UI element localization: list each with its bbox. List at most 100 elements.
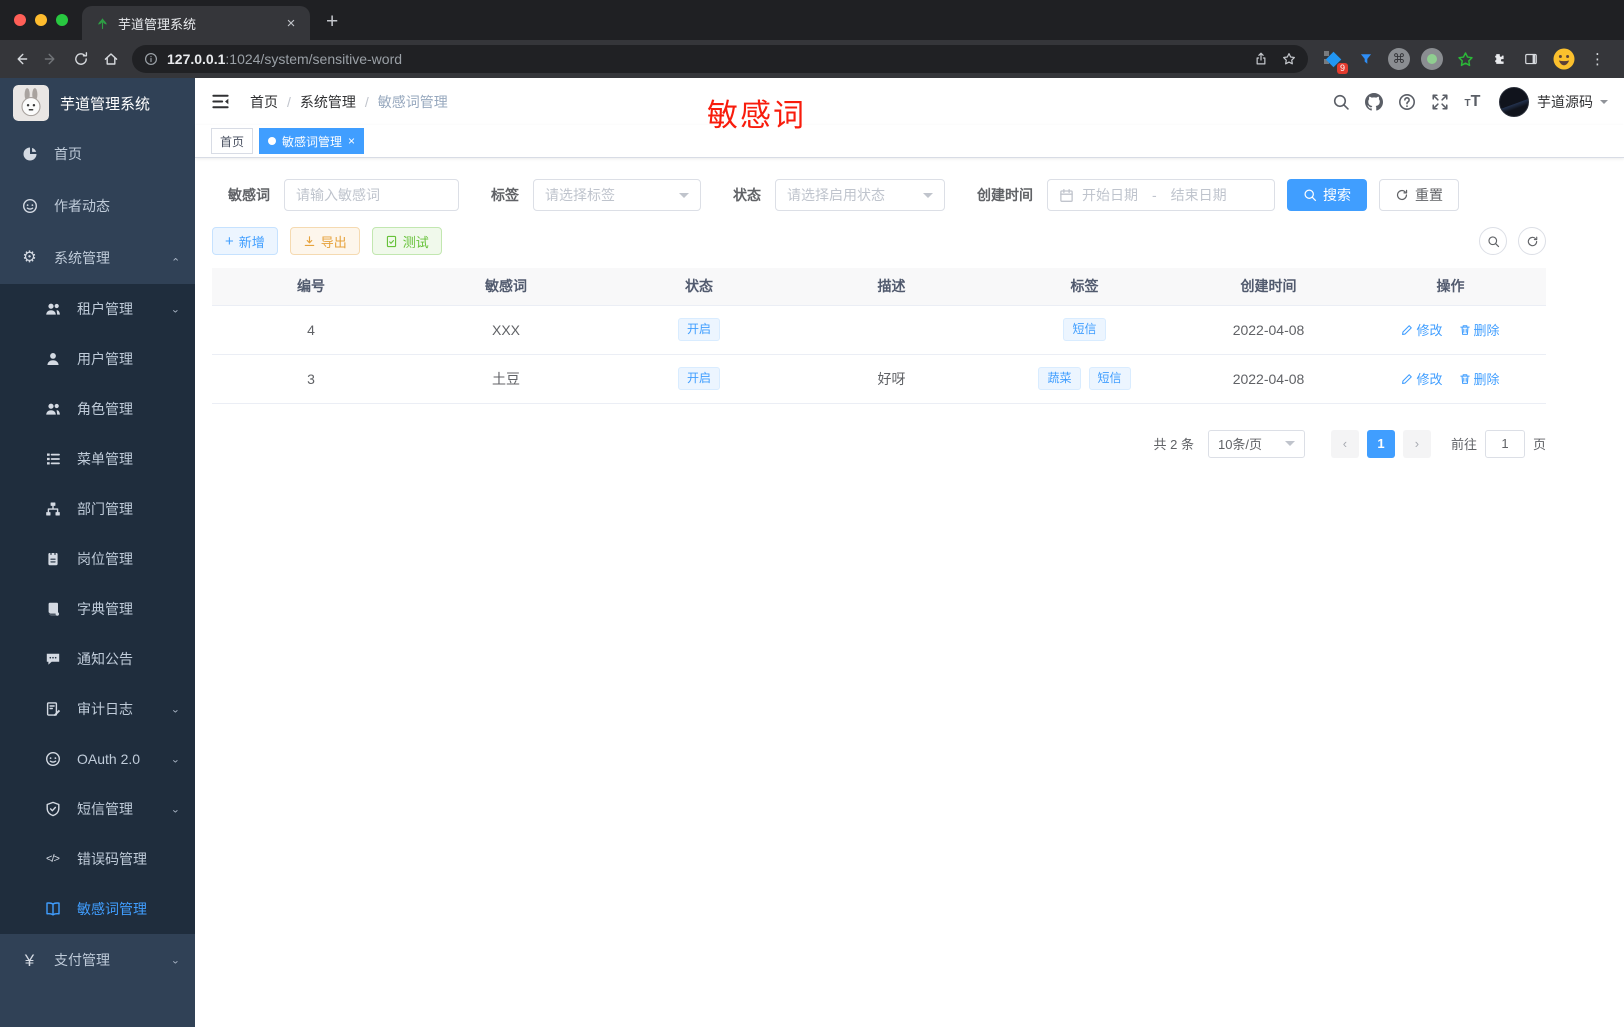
tag-view-敏感词管理[interactable]: 敏感词管理 ×	[259, 128, 365, 154]
tag-select[interactable]: 请选择标签	[533, 179, 701, 211]
font-size-icon[interactable]: TT	[1456, 85, 1489, 118]
user-avatar[interactable]	[1499, 86, 1529, 117]
sidebar-item-支付管理[interactable]: ¥ 支付管理 ⌄	[0, 934, 195, 986]
search-button[interactable]: 搜索	[1287, 179, 1367, 211]
extension-green-star-icon[interactable]	[1452, 46, 1478, 72]
chevron-down-icon[interactable]	[1600, 99, 1608, 108]
chevron-down-icon: ⌄	[170, 704, 180, 715]
edit-link[interactable]: 修改	[1401, 320, 1443, 339]
sidebar-item-label: 角色管理	[77, 401, 133, 417]
breadcrumb-item: 敏感词管理	[377, 93, 448, 110]
word-input-field[interactable]	[296, 187, 447, 203]
breadcrumb-separator: /	[287, 93, 291, 110]
sidebar-item-系统管理[interactable]: ⚙ 系统管理 ⌄	[0, 232, 195, 284]
page-number-1[interactable]: 1	[1366, 429, 1395, 458]
site-info-icon[interactable]	[144, 52, 158, 66]
table-row: 3 土豆 开启 好呀 蔬菜 短信 2022-04-08 修改 删除	[212, 354, 1546, 404]
extension-command-icon[interactable]: ⌘	[1386, 46, 1412, 72]
sidebar-item-通知公告[interactable]: 通知公告	[0, 634, 195, 684]
trash-icon	[1459, 324, 1471, 336]
delete-link[interactable]: 删除	[1459, 320, 1500, 339]
log-icon	[43, 701, 62, 717]
tab-title: 芋道管理系统	[118, 16, 197, 32]
menu-tree-icon	[43, 451, 62, 467]
add-button[interactable]: + 新增	[212, 227, 278, 255]
minimize-window-button[interactable]	[35, 14, 47, 26]
browser-tab[interactable]: 芋道管理系统 ×	[82, 6, 310, 40]
show-search-toggle-button[interactable]	[1479, 227, 1507, 255]
sidebar-item-首页[interactable]: 首页	[0, 128, 195, 180]
word-input[interactable]	[284, 179, 459, 211]
cell-word: XXX	[410, 304, 602, 355]
sidebar-item-岗位管理[interactable]: 岗位管理	[0, 534, 195, 584]
sidebar-item-租户管理[interactable]: 租户管理 ⌄	[0, 284, 195, 334]
goto-page-input[interactable]	[1484, 429, 1525, 458]
address-bar[interactable]: 127.0.0.1:1024/system/sensitive-word	[132, 45, 1308, 73]
extension-diamond-icon[interactable]: 9	[1320, 46, 1348, 74]
sidebar-logo-row[interactable]: 芋道管理系统	[0, 78, 195, 128]
tab-close-icon[interactable]: ×	[282, 14, 300, 32]
sidebar-item-菜单管理[interactable]: 菜单管理	[0, 434, 195, 484]
cell-created: 2022-04-08	[1182, 354, 1355, 404]
sidebar-item-用户管理[interactable]: 用户管理	[0, 334, 195, 384]
edit-link[interactable]: 修改	[1401, 369, 1443, 388]
breadcrumb-item[interactable]: 首页	[250, 92, 278, 112]
github-icon[interactable]	[1357, 85, 1390, 118]
page-content: 敏感词 标签 请选择标签 状态	[195, 158, 1624, 1027]
fullscreen-icon[interactable]	[1423, 85, 1456, 118]
delete-link[interactable]: 删除	[1459, 369, 1500, 388]
zoom-window-button[interactable]	[56, 14, 68, 26]
home-icon[interactable]	[96, 44, 126, 74]
sidebar-item-字典管理[interactable]: 字典管理	[0, 584, 195, 634]
sidebar-item-错误码管理[interactable]: </> 错误码管理	[0, 834, 195, 884]
role-icon	[43, 401, 62, 417]
extension-badge: 9	[1336, 63, 1348, 74]
browser-menu-icon[interactable]: ⋮	[1584, 50, 1611, 68]
reset-button[interactable]: 重置	[1379, 179, 1459, 211]
test-button[interactable]: 测试	[371, 227, 442, 255]
status-select[interactable]: 请选择启用状态	[775, 179, 945, 211]
sidebar-collapse-icon[interactable]	[211, 91, 233, 113]
sidebar-item-作者动态[interactable]: 作者动态	[0, 180, 195, 232]
reload-icon[interactable]	[66, 44, 96, 74]
close-window-button[interactable]	[14, 14, 26, 26]
search-icon[interactable]	[1324, 85, 1357, 118]
help-icon[interactable]	[1390, 85, 1423, 118]
refresh-table-button[interactable]	[1518, 227, 1546, 255]
bookmark-star-icon[interactable]	[1282, 52, 1296, 66]
org-icon	[43, 501, 62, 517]
back-icon[interactable]	[6, 44, 36, 74]
close-icon[interactable]: ×	[348, 134, 355, 148]
sidebar-item-短信管理[interactable]: 短信管理 ⌄	[0, 784, 195, 834]
sidebar-item-部门管理[interactable]: 部门管理	[0, 484, 195, 534]
sidebar-item-角色管理[interactable]: 角色管理	[0, 384, 195, 434]
new-tab-button[interactable]: +	[326, 10, 338, 34]
side-panel-icon[interactable]	[1518, 46, 1544, 72]
sidebar-item-OAuth 2.0[interactable]: OAuth 2.0 ⌄	[0, 734, 195, 784]
tag-view-首页[interactable]: 首页	[211, 128, 254, 154]
plus-icon: +	[225, 232, 234, 250]
goto-unit: 页	[1532, 437, 1546, 452]
sidebar-item-敏感词管理[interactable]: 敏感词管理	[0, 884, 195, 934]
next-page-button[interactable]: ›	[1402, 429, 1431, 458]
url-path: :1024/system/sensitive-word	[225, 51, 403, 67]
status-badge: 开启	[677, 367, 720, 390]
cell-created: 2022-04-08	[1182, 304, 1355, 355]
profile-avatar[interactable]	[1551, 46, 1577, 72]
forward-icon[interactable]	[36, 44, 66, 74]
extension-funnel-icon[interactable]	[1353, 46, 1379, 72]
date-range-picker[interactable]: 开始日期 - 结束日期	[1047, 179, 1275, 211]
filter-tag-label: 标签	[491, 187, 519, 203]
row-tag: 短信	[1063, 318, 1106, 341]
export-button[interactable]: 导出	[289, 227, 360, 255]
cell-status: 开启	[602, 354, 796, 404]
extension-recorder-icon[interactable]	[1419, 46, 1445, 72]
document-check-icon	[385, 235, 398, 248]
sidebar-item-审计日志[interactable]: 审计日志 ⌄	[0, 684, 195, 734]
table-header-描述: 描述	[796, 268, 987, 305]
page-size-select[interactable]: 10条/页	[1207, 429, 1305, 458]
prev-page-button[interactable]: ‹	[1330, 429, 1359, 458]
extensions-puzzle-icon[interactable]	[1485, 46, 1511, 72]
breadcrumb-item[interactable]: 系统管理	[300, 92, 356, 112]
share-icon[interactable]	[1254, 52, 1268, 66]
